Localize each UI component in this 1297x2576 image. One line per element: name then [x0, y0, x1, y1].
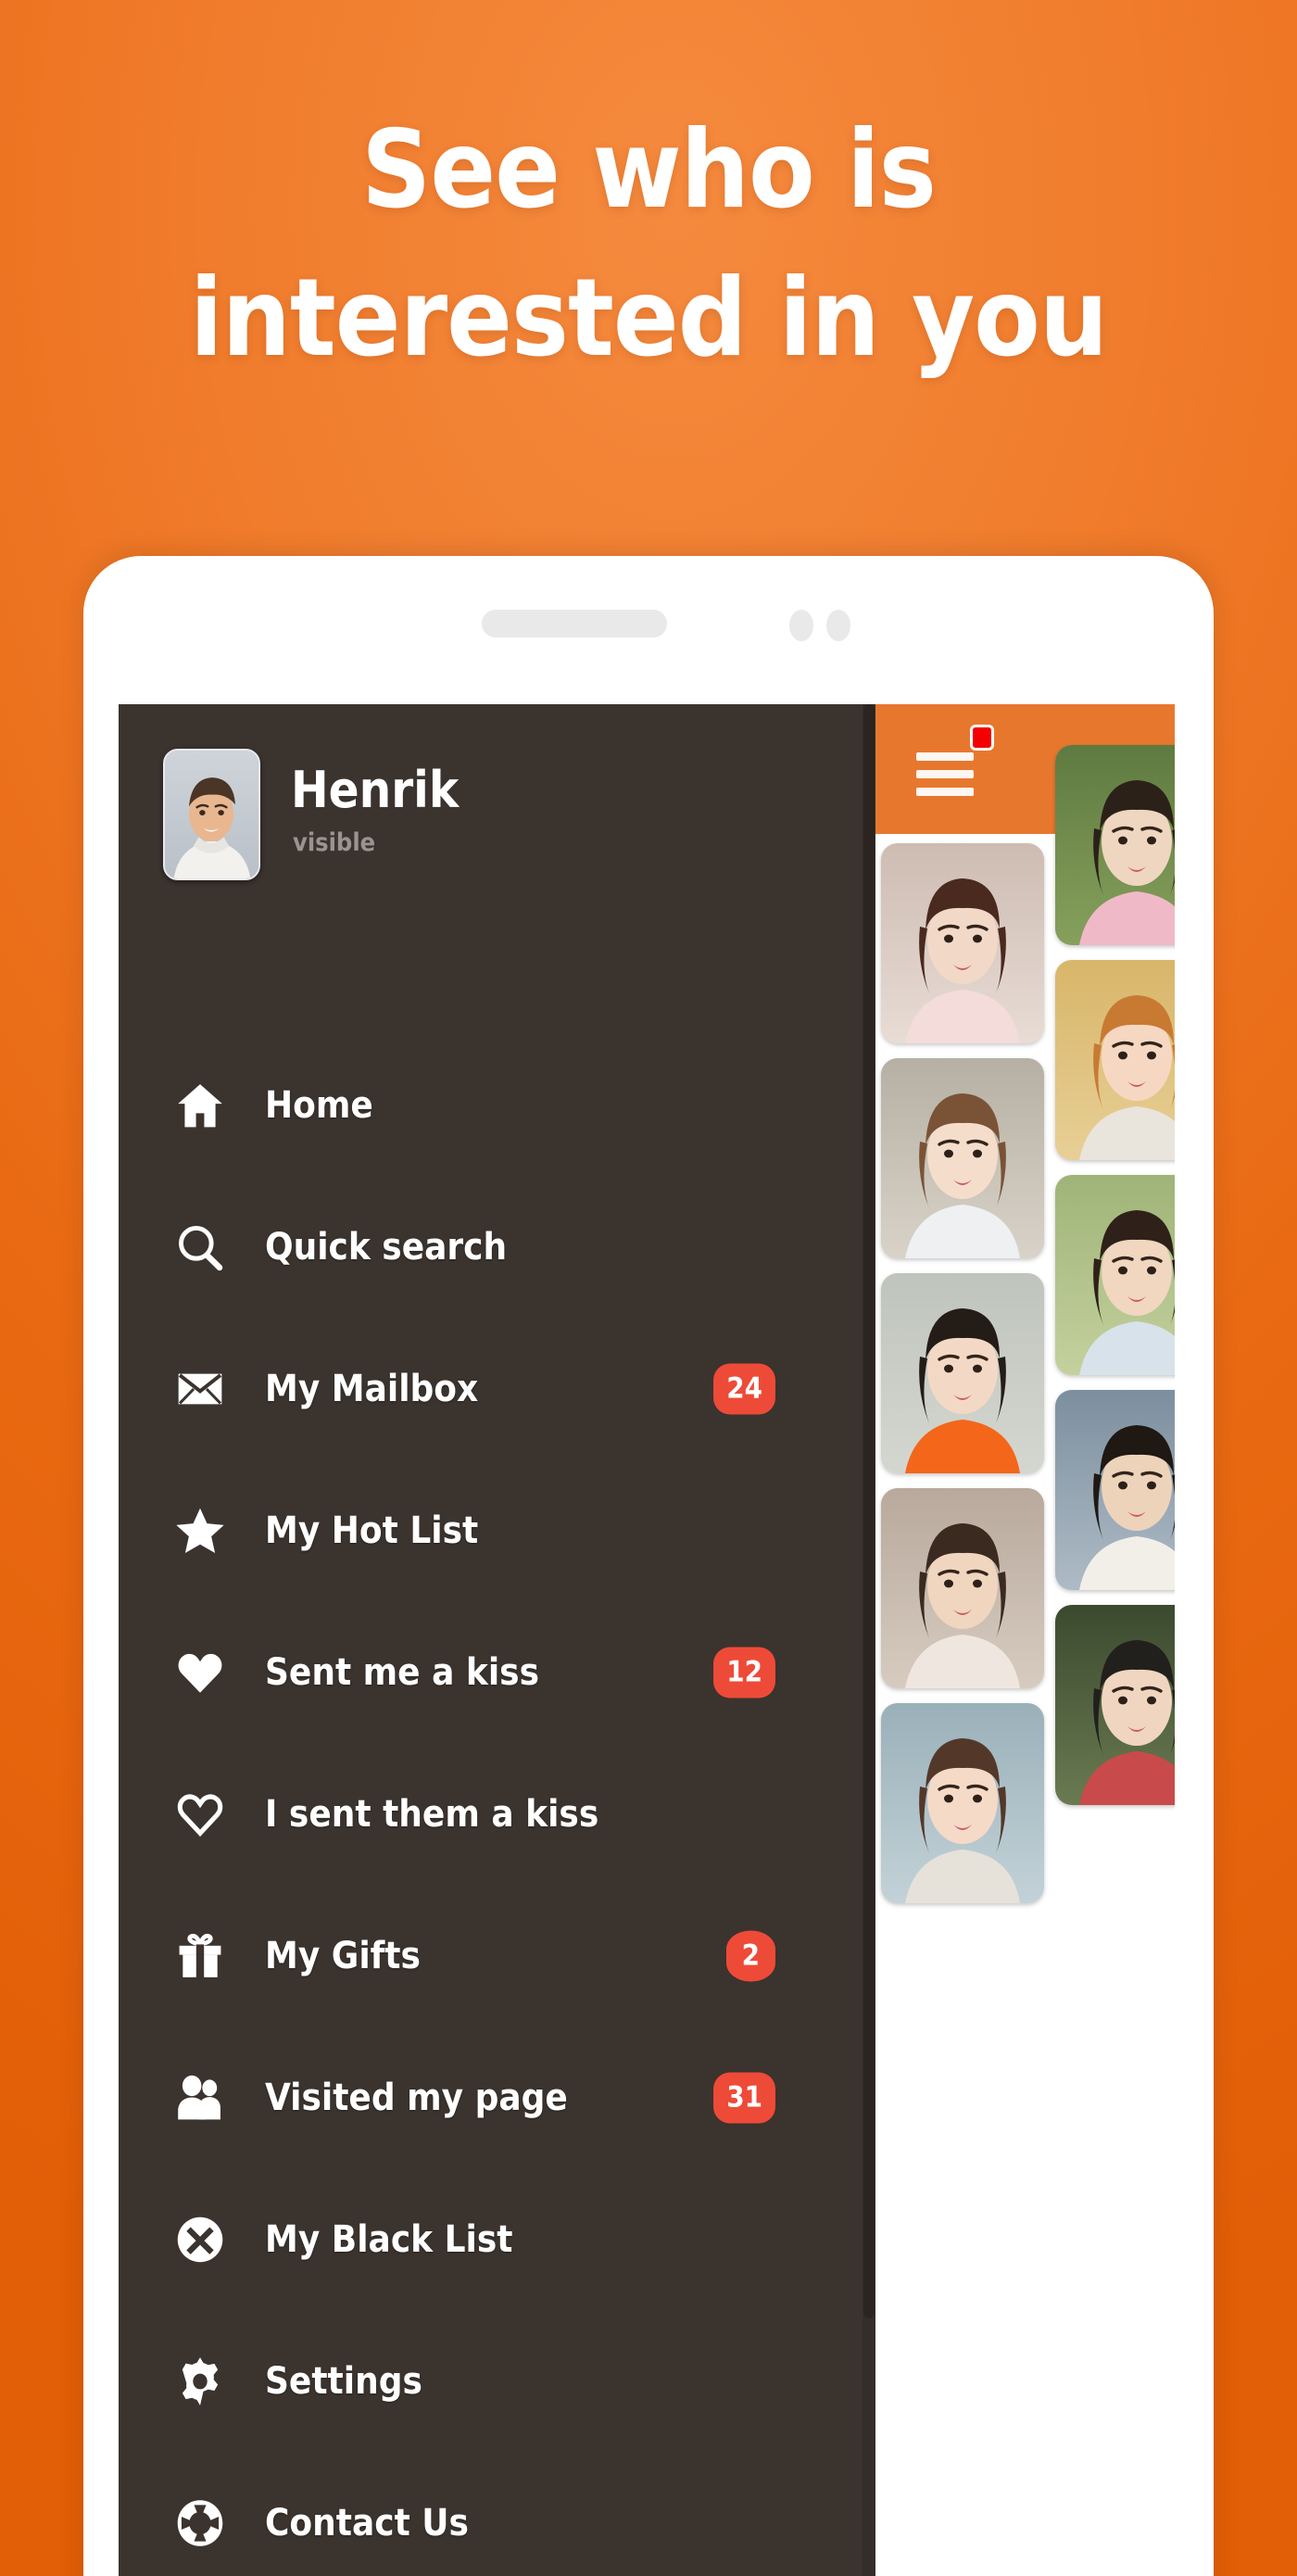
- status-badge: 2: [725, 1930, 775, 1981]
- sidebar-label: Quick search: [265, 1225, 508, 1269]
- sidebar-item-quick-search[interactable]: Quick search: [119, 1176, 875, 1318]
- search-icon: [174, 1221, 226, 1273]
- sidebar-label: My Hot List: [265, 1509, 479, 1552]
- profile-photo-6[interactable]: [1055, 1175, 1175, 1375]
- sidebar-item-my-black-list[interactable]: My Black List: [119, 2168, 875, 2310]
- envelope-icon: [174, 1363, 226, 1415]
- profile-photo-8[interactable]: [1055, 1390, 1175, 1590]
- status-badge: 12: [713, 1647, 775, 1698]
- sidebar-item-home[interactable]: Home: [119, 1034, 875, 1176]
- lifering-icon: [174, 2497, 226, 2549]
- photo-grid: [875, 745, 1175, 2576]
- gift-icon: [174, 1930, 226, 1982]
- profile-photo-9[interactable]: [881, 1703, 1044, 1903]
- block-x-icon: [174, 2214, 226, 2266]
- profile-photo-10[interactable]: [1055, 1605, 1175, 1805]
- sidebar-item-visited-my-page[interactable]: Visited my page 31: [119, 2027, 875, 2168]
- sidebar-item-settings[interactable]: Settings: [119, 2310, 875, 2452]
- sidebar-label: Sent me a kiss: [265, 1650, 540, 1694]
- profile-photo-1[interactable]: [881, 843, 1044, 1043]
- sidebar-item-my-mailbox[interactable]: My Mailbox 24: [119, 1318, 875, 1459]
- sidebar-label: My Gifts: [265, 1934, 421, 1977]
- sidebar-label: My Mailbox: [265, 1367, 479, 1410]
- promo-headline: See who is interested in you: [0, 117, 1297, 373]
- sidebar-label: Home: [265, 1083, 373, 1127]
- drawer-menu: Home Quick search My Mailbox 24 My Hot L…: [119, 1034, 875, 2576]
- headline-line-2: interested in you: [189, 256, 1108, 381]
- heart-outline-icon: [174, 1788, 226, 1840]
- sidebar-label: My Black List: [265, 2217, 513, 2261]
- sidebar-label: Settings: [265, 2359, 422, 2403]
- profile-header[interactable]: Henrik visible: [119, 704, 875, 1056]
- hamburger-bar: [916, 752, 974, 761]
- sidebar-item-i-sent-them-a-kiss[interactable]: I sent them a kiss: [119, 1743, 875, 1885]
- drawer-scrollbar-thumb[interactable]: [863, 704, 875, 2318]
- profile-name: Henrik: [291, 761, 460, 819]
- sidebar-item-sent-me-a-kiss[interactable]: Sent me a kiss 12: [119, 1601, 875, 1743]
- phone-screen: Henrik visible Home Quick search My Mail…: [119, 704, 1175, 2576]
- phone-sensor-left: [789, 610, 813, 641]
- navigation-drawer: Henrik visible Home Quick search My Mail…: [119, 704, 875, 2576]
- people-icon: [174, 2072, 226, 2124]
- drawer-scrollbar-track[interactable]: [863, 704, 875, 2576]
- hamburger-bar: [916, 770, 974, 778]
- promo-screenshot: See who is interested in you Henrik visi…: [0, 0, 1297, 2576]
- gear-icon: [174, 2355, 226, 2407]
- phone-speaker-grille: [482, 610, 667, 638]
- hamburger-icon[interactable]: [916, 752, 974, 796]
- content-pane: [875, 704, 1175, 2576]
- home-icon: [174, 1080, 226, 1131]
- hamburger-bar: [916, 788, 974, 796]
- profile-photo-5[interactable]: [881, 1273, 1044, 1473]
- status-badge: 24: [713, 1363, 775, 1414]
- status-badge: 31: [713, 2072, 775, 2123]
- headline-line-1: See who is: [361, 107, 937, 233]
- avatar[interactable]: [163, 749, 260, 880]
- profile-photo-2[interactable]: [1055, 745, 1175, 945]
- profile-photo-4[interactable]: [1055, 960, 1175, 1160]
- sidebar-item-my-hot-list[interactable]: My Hot List: [119, 1459, 875, 1601]
- sidebar-label: I sent them a kiss: [265, 1792, 599, 1836]
- sidebar-item-contact-us[interactable]: Contact Us: [119, 2452, 875, 2576]
- profile-photo-3[interactable]: [881, 1058, 1044, 1258]
- phone-sensor-right: [826, 610, 850, 641]
- sidebar-label: Visited my page: [265, 2076, 568, 2119]
- heart-filled-icon: [174, 1647, 226, 1698]
- sidebar-label: Contact Us: [265, 2501, 469, 2544]
- profile-photo-7[interactable]: [881, 1488, 1044, 1688]
- star-icon: [174, 1505, 226, 1557]
- notification-dot-icon: [970, 725, 994, 751]
- sidebar-item-my-gifts[interactable]: My Gifts 2: [119, 1885, 875, 2027]
- profile-visibility-status: visible: [293, 828, 376, 857]
